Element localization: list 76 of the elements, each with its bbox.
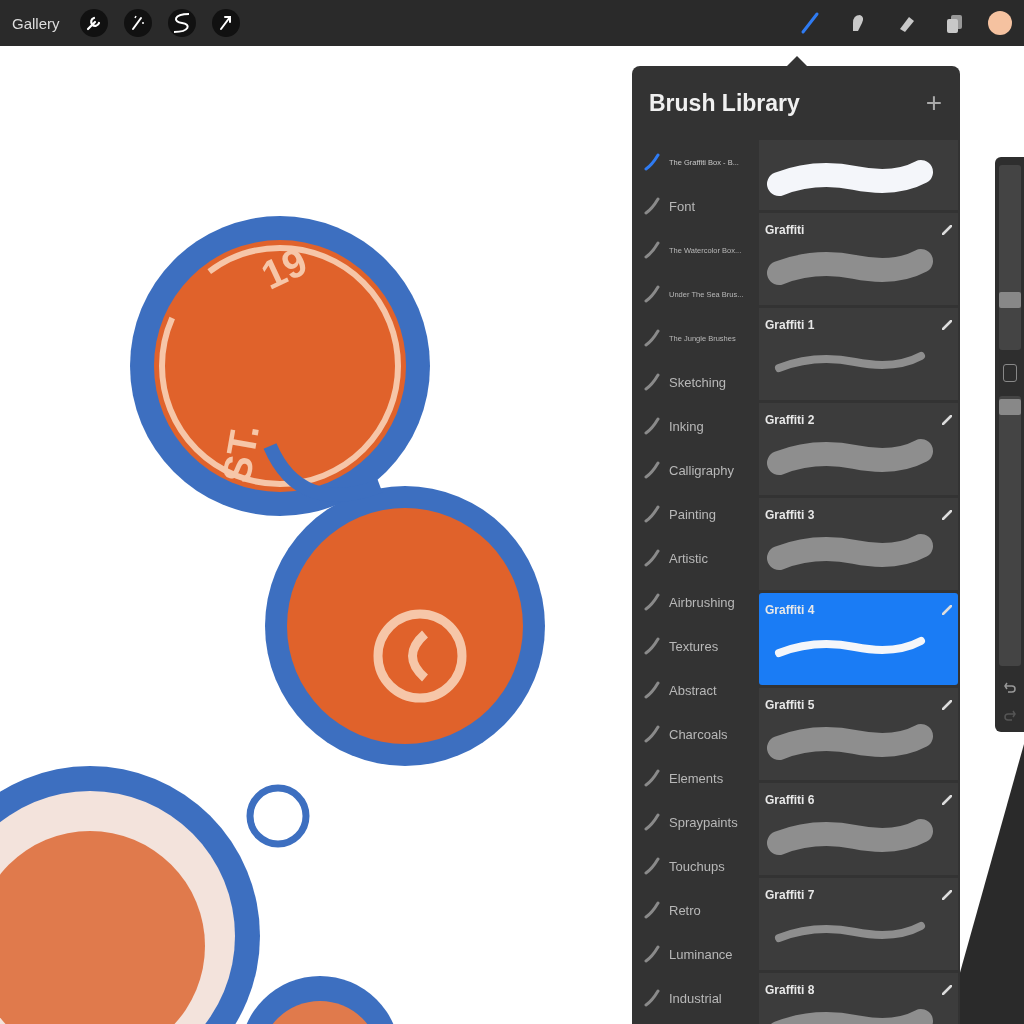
brush-stroke-icon xyxy=(644,593,660,611)
selection-button[interactable] xyxy=(167,9,196,37)
brush-stroke-icon xyxy=(644,769,660,787)
brush-item[interactable]: Graffiti 2 xyxy=(759,403,958,495)
brush-stroke-icon xyxy=(644,461,660,479)
brush-stroke-icon xyxy=(644,901,660,919)
brush-set-item[interactable]: Font xyxy=(632,184,759,228)
modify-button[interactable] xyxy=(1003,364,1017,382)
slider-track[interactable] xyxy=(999,165,1021,350)
pencil-icon[interactable] xyxy=(942,225,952,235)
brush-item[interactable]: Graffiti 5 xyxy=(759,688,958,780)
pencil-icon[interactable] xyxy=(942,320,952,330)
brush-stroke-icon xyxy=(644,725,660,743)
brush-item[interactable]: Graffiti 7 xyxy=(759,878,958,970)
pencil-icon[interactable] xyxy=(942,890,952,900)
brush-stroke-icon xyxy=(644,681,660,699)
slider-thumb[interactable] xyxy=(999,398,1021,415)
brush-item[interactable]: Graffiti 1 xyxy=(759,308,958,400)
brush-stroke-icon xyxy=(644,813,660,831)
brush-stroke-icon xyxy=(644,857,660,875)
brush-stroke-icon xyxy=(644,417,660,435)
brush-set-item[interactable]: Calligraphy xyxy=(632,448,759,492)
brush-name: Graffiti 4 xyxy=(765,603,815,617)
magic-wand-button[interactable] xyxy=(123,9,152,37)
brush-set-item[interactable]: Airbrushing xyxy=(632,580,759,624)
brush-set-item[interactable]: Painting xyxy=(632,492,759,536)
painted-lettering: 19 xyxy=(254,238,314,299)
arrow-cursor-button[interactable] xyxy=(211,9,240,37)
pencil-icon[interactable] xyxy=(942,510,952,520)
pencil-icon[interactable] xyxy=(942,700,952,710)
brush-set-item[interactable]: Textures xyxy=(632,624,759,668)
slider-thumb[interactable] xyxy=(999,292,1021,309)
brush-set-item[interactable]: Artistic xyxy=(632,536,759,580)
brush-name: Graffiti 6 xyxy=(765,793,815,807)
brush-name: Graffiti 8 xyxy=(765,983,815,997)
brush-set-item[interactable]: Inking xyxy=(632,404,759,448)
undo-icon[interactable] xyxy=(1003,680,1017,694)
brush-stroke-icon xyxy=(644,329,660,347)
brush-set-item[interactable]: Charcoals xyxy=(632,712,759,756)
brush-name: Graffiti 3 xyxy=(765,508,815,522)
brush-name: Graffiti 1 xyxy=(765,318,815,332)
brush-item[interactable]: Graffiti xyxy=(759,213,958,305)
brush-stroke-icon xyxy=(644,153,660,171)
brush-stroke-icon xyxy=(644,989,660,1007)
brush-item[interactable]: Graffiti 8 xyxy=(759,973,958,1024)
add-brush-button[interactable]: + xyxy=(925,87,942,119)
brush-stroke-icon xyxy=(644,285,660,303)
pencil-icon[interactable] xyxy=(942,795,952,805)
brush-item[interactable] xyxy=(759,140,958,210)
brush-name: Graffiti 5 xyxy=(765,698,815,712)
slider-track[interactable] xyxy=(999,396,1021,666)
brush-stroke-icon xyxy=(644,197,660,215)
brush-set-item[interactable]: Retro xyxy=(632,888,759,932)
pencil-icon[interactable] xyxy=(942,415,952,425)
pencil-icon[interactable] xyxy=(942,985,952,995)
brush-set-item[interactable]: Sketching xyxy=(632,360,759,404)
brush-stroke-icon xyxy=(644,241,660,259)
brush-stroke-icon xyxy=(644,373,660,391)
brush-set-item[interactable]: Spraypaints xyxy=(632,800,759,844)
brush-item[interactable]: Graffiti 3 xyxy=(759,498,958,590)
brush-item[interactable]: Graffiti 6 xyxy=(759,783,958,875)
panel-title: Brush Library xyxy=(649,89,800,117)
brush-stroke-icon xyxy=(644,505,660,523)
brush-stroke-icon xyxy=(644,637,660,655)
brush-name: Graffiti xyxy=(765,223,805,237)
brush-set-item[interactable]: Touchups xyxy=(632,844,759,888)
gallery-button[interactable]: Gallery xyxy=(12,14,60,32)
brush-name: Graffiti 7 xyxy=(765,888,815,902)
brush-set-item[interactable]: Elements xyxy=(632,756,759,800)
brush-set-item[interactable]: Abstract xyxy=(632,668,759,712)
brush-set-item[interactable]: Industrial xyxy=(632,976,759,1020)
color-swatch-button[interactable] xyxy=(988,11,1012,35)
brush-name: Graffiti 2 xyxy=(765,413,815,427)
brush-stroke-icon xyxy=(644,549,660,567)
brush-stroke-icon xyxy=(644,945,660,963)
brush-set-item[interactable]: Luminance xyxy=(632,932,759,976)
